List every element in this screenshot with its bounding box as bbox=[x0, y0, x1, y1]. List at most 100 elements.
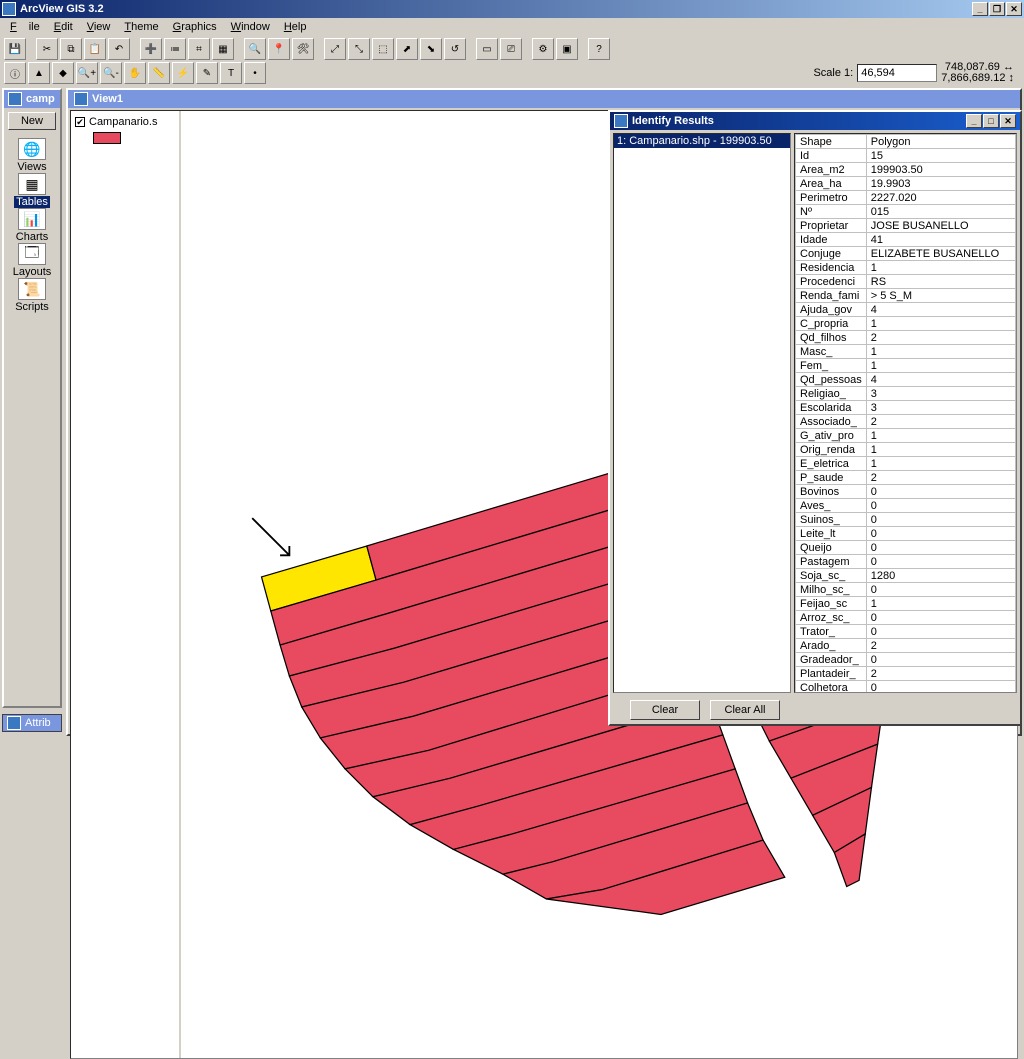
theme-entry[interactable]: ✔ Campanario.s bbox=[75, 115, 175, 129]
attr-row[interactable]: G_ativ_pro1 bbox=[796, 429, 1016, 443]
identify-feature-row[interactable]: 1: Campanario.shp - 199903.50 bbox=[614, 134, 790, 148]
attr-row[interactable]: Residencia1 bbox=[796, 261, 1016, 275]
attr-row[interactable]: Gradeador_0 bbox=[796, 653, 1016, 667]
hotlink-tool-icon[interactable]: ⚡ bbox=[172, 62, 194, 84]
attr-row[interactable]: Qd_pessoas4 bbox=[796, 373, 1016, 387]
cut-icon[interactable]: ✂ bbox=[36, 38, 58, 60]
project-titlebar[interactable]: camp bbox=[4, 90, 60, 108]
select-features-icon[interactable]: ▭ bbox=[476, 38, 498, 60]
attr-row[interactable]: Soja_sc_1280 bbox=[796, 569, 1016, 583]
project-cat-layouts[interactable]: 🗔Layouts bbox=[13, 243, 52, 278]
menu-graphics[interactable]: Graphics bbox=[167, 20, 223, 34]
table-of-contents[interactable]: ✔ Campanario.s bbox=[71, 111, 181, 1058]
identify-clear-all-button[interactable]: Clear All bbox=[710, 700, 780, 720]
attr-row[interactable]: Bovinos0 bbox=[796, 485, 1016, 499]
attr-row[interactable]: ProprietarJOSE BUSANELLO bbox=[796, 219, 1016, 233]
attr-row[interactable]: Arroz_sc_0 bbox=[796, 611, 1016, 625]
minimize-button[interactable]: _ bbox=[972, 2, 988, 16]
identify-attribute-table[interactable]: ShapePolygonId15Area_m2199903.50Area_ha1… bbox=[794, 133, 1017, 693]
attr-row[interactable]: C_propria1 bbox=[796, 317, 1016, 331]
open-table-icon[interactable]: ▦ bbox=[212, 38, 234, 60]
pan-tool-icon[interactable]: ✋ bbox=[124, 62, 146, 84]
menu-file[interactable]: File bbox=[4, 20, 46, 34]
menu-view[interactable]: View bbox=[81, 20, 117, 34]
undo-icon[interactable]: ↶ bbox=[108, 38, 130, 60]
theme-checkbox-icon[interactable]: ✔ bbox=[75, 117, 85, 127]
project-new-button[interactable]: New bbox=[8, 112, 56, 130]
attr-row[interactable]: Fem_1 bbox=[796, 359, 1016, 373]
zoom-active-icon[interactable]: ⤡ bbox=[348, 38, 370, 60]
locate-icon[interactable]: 📍 bbox=[268, 38, 290, 60]
attr-row[interactable]: Arado_2 bbox=[796, 639, 1016, 653]
pointer-tool-icon[interactable]: ▲ bbox=[28, 62, 50, 84]
draw-tool-icon[interactable]: • bbox=[244, 62, 266, 84]
attr-row[interactable]: Ajuda_gov4 bbox=[796, 303, 1016, 317]
identify-feature-list[interactable]: 1: Campanario.shp - 199903.50 bbox=[613, 133, 791, 693]
identify-close-button[interactable]: ✕ bbox=[1000, 114, 1016, 128]
menu-theme[interactable]: Theme bbox=[118, 20, 164, 34]
restore-button[interactable]: ❐ bbox=[989, 2, 1005, 16]
attr-row[interactable]: Colhetora0 bbox=[796, 681, 1016, 694]
project-cat-tables[interactable]: ▦Tables bbox=[13, 173, 52, 208]
attr-row[interactable]: Nº015 bbox=[796, 205, 1016, 219]
attr-row[interactable]: Qd_filhos2 bbox=[796, 331, 1016, 345]
attr-row[interactable]: Masc_1 bbox=[796, 345, 1016, 359]
identify-minimize-button[interactable]: _ bbox=[966, 114, 982, 128]
layout-icon[interactable]: ▣ bbox=[556, 38, 578, 60]
menu-window[interactable]: Window bbox=[225, 20, 276, 34]
zoom-in-tool-icon[interactable]: 🔍+ bbox=[76, 62, 98, 84]
identify-clear-button[interactable]: Clear bbox=[630, 700, 700, 720]
project-cat-scripts[interactable]: 📜Scripts bbox=[13, 278, 52, 313]
attr-row[interactable]: E_eletrica1 bbox=[796, 457, 1016, 471]
measure-tool-icon[interactable]: 📏 bbox=[148, 62, 170, 84]
identify-titlebar[interactable]: Identify Results _ □ ✕ bbox=[610, 112, 1020, 130]
attr-row[interactable]: Pastagem0 bbox=[796, 555, 1016, 569]
find-icon[interactable]: 🔍 bbox=[244, 38, 266, 60]
label-tool-icon[interactable]: ✎ bbox=[196, 62, 218, 84]
attr-row[interactable]: Plantadeir_2 bbox=[796, 667, 1016, 681]
attr-row[interactable]: Orig_renda1 bbox=[796, 443, 1016, 457]
edit-legend-icon[interactable]: ⌗ bbox=[188, 38, 210, 60]
attr-row[interactable]: Milho_sc_0 bbox=[796, 583, 1016, 597]
attr-row[interactable]: Area_m2199903.50 bbox=[796, 163, 1016, 177]
attr-row[interactable]: Religiao_3 bbox=[796, 387, 1016, 401]
scale-input[interactable] bbox=[857, 64, 937, 82]
geoprocess-icon[interactable]: ⚙ bbox=[532, 38, 554, 60]
attr-row[interactable]: Area_ha19.9903 bbox=[796, 177, 1016, 191]
zoom-in-fixed-icon[interactable]: ⬈ bbox=[396, 38, 418, 60]
attributes-titlebar[interactable]: Attrib bbox=[2, 714, 62, 732]
clear-sel-icon[interactable]: ⎚ bbox=[500, 38, 522, 60]
attr-row[interactable]: ShapePolygon bbox=[796, 135, 1016, 149]
attr-row[interactable]: Associado_2 bbox=[796, 415, 1016, 429]
attr-row[interactable]: Renda_fami> 5 S_M bbox=[796, 289, 1016, 303]
project-cat-views[interactable]: 🌐Views bbox=[13, 138, 52, 173]
menu-edit[interactable]: Edit bbox=[48, 20, 79, 34]
add-theme-icon[interactable]: ➕ bbox=[140, 38, 162, 60]
attr-row[interactable]: Escolarida3 bbox=[796, 401, 1016, 415]
zoom-prev-icon[interactable]: ↺ bbox=[444, 38, 466, 60]
attr-row[interactable]: Id15 bbox=[796, 149, 1016, 163]
theme-props-icon[interactable]: ≔ bbox=[164, 38, 186, 60]
zoom-sel-icon[interactable]: ⬚ bbox=[372, 38, 394, 60]
attr-row[interactable]: Trator_0 bbox=[796, 625, 1016, 639]
view-titlebar[interactable]: View1 bbox=[68, 90, 1020, 108]
save-icon[interactable]: 💾 bbox=[4, 38, 26, 60]
menu-help[interactable]: Help bbox=[278, 20, 313, 34]
attr-row[interactable]: Perimetro2227.020 bbox=[796, 191, 1016, 205]
attr-row[interactable]: Feijao_sc1 bbox=[796, 597, 1016, 611]
paste-icon[interactable]: 📋 bbox=[84, 38, 106, 60]
attr-row[interactable]: Suinos_0 bbox=[796, 513, 1016, 527]
attr-row[interactable]: P_saude2 bbox=[796, 471, 1016, 485]
vertex-tool-icon[interactable]: ◆ bbox=[52, 62, 74, 84]
attr-row[interactable]: Idade41 bbox=[796, 233, 1016, 247]
attr-row[interactable]: ProcedenciRS bbox=[796, 275, 1016, 289]
attr-row[interactable]: Queijo0 bbox=[796, 541, 1016, 555]
project-cat-charts[interactable]: 📊Charts bbox=[13, 208, 52, 243]
close-button[interactable]: ✕ bbox=[1006, 2, 1022, 16]
identify-tool-icon[interactable]: ⓘ bbox=[4, 62, 26, 84]
text-tool-icon[interactable]: T bbox=[220, 62, 242, 84]
zoom-out-tool-icon[interactable]: 🔍- bbox=[100, 62, 122, 84]
attr-row[interactable]: ConjugeELIZABETE BUSANELLO bbox=[796, 247, 1016, 261]
zoom-out-fixed-icon[interactable]: ⬊ bbox=[420, 38, 442, 60]
query-icon[interactable]: 🛠 bbox=[292, 38, 314, 60]
